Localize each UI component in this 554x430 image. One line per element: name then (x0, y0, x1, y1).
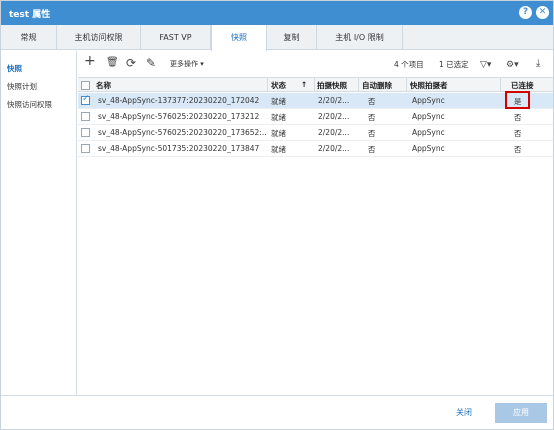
column-divider (358, 78, 359, 92)
dialog-title: test 属性 (9, 10, 51, 20)
snapshot-name: sv_48-AppSync-576025:20230220_173652:... (98, 128, 266, 137)
column-divider (267, 78, 268, 92)
help-icon[interactable]: ? (519, 6, 532, 19)
refresh-icon[interactable]: ⟳ (126, 55, 136, 71)
filter-icon[interactable]: ▽▾ (480, 57, 491, 73)
column-auto-delete[interactable]: 自动删除 (362, 80, 392, 91)
snapshot-attached: 否 (514, 145, 522, 154)
column-name[interactable]: 名称 (96, 80, 111, 91)
snapshot-name: sv_48-AppSync-137377:20230220_172042 (98, 96, 260, 105)
sidebar-item-snapshots[interactable]: 快照 (7, 63, 22, 74)
sidebar: 快照 快照计划 快照访问权限 (1, 51, 77, 395)
row-checkbox[interactable] (81, 94, 90, 105)
highlight-box (505, 91, 530, 109)
snapshot-status: 就绪 (271, 129, 286, 138)
table-row[interactable]: sv_48-AppSync-576025:20230220_173212 就绪 … (78, 109, 553, 125)
column-taken[interactable]: 拍摄快照 (317, 80, 347, 91)
tab-fast-vp[interactable]: FAST VP (141, 25, 211, 50)
tab-snapshots[interactable]: 快照 (211, 25, 267, 51)
table-row[interactable]: sv_48-AppSync-576025:20230220_173652:...… (78, 125, 553, 141)
toolbar: + 🗑 ⟳ ✎ 更多操作 ▾ 4 个项目 1 已选定 ▽▾ ⚙▾ ⤓ (78, 53, 553, 75)
tab-host-io-limit[interactable]: 主机 I/O 限制 (317, 25, 403, 50)
select-all-checkbox[interactable] (81, 81, 90, 90)
apply-button[interactable]: 应用 (495, 403, 547, 423)
snapshot-taken: 2/20/2... (318, 96, 350, 105)
tab-host-access[interactable]: 主机访问权限 (57, 25, 141, 50)
tab-replication[interactable]: 复制 (267, 25, 317, 50)
snapshot-auto-delete: 否 (368, 129, 376, 138)
sidebar-item-snapshot-schedule[interactable]: 快照计划 (7, 81, 37, 92)
snapshot-auto-delete: 否 (368, 145, 376, 154)
table-header: 名称 状态 ↑ 拍摄快照 自动删除 快照拍摄者 已连接 (78, 77, 553, 92)
item-count: 4 个项目 (394, 60, 424, 69)
title-bar: test 属性 ? ✕ (1, 1, 553, 25)
edit-icon[interactable]: ✎ (146, 55, 156, 71)
selected-count: 1 已选定 (439, 60, 469, 69)
snapshot-taker: AppSync (412, 144, 445, 153)
snapshot-auto-delete: 否 (368, 113, 376, 122)
snapshot-attached: 否 (514, 113, 522, 122)
snapshot-name: sv_48-AppSync-501735:20230220_173847 (98, 144, 260, 153)
column-attached[interactable]: 已连接 (511, 80, 534, 91)
delete-icon[interactable]: 🗑 (106, 55, 119, 71)
snapshot-taker: AppSync (412, 96, 445, 105)
table-row[interactable]: sv_48-AppSync-501735:20230220_173847 就绪 … (78, 141, 553, 157)
snapshot-auto-delete: 否 (368, 97, 376, 106)
sidebar-item-snapshot-access[interactable]: 快照访问权限 (7, 99, 52, 110)
row-checkbox[interactable] (81, 112, 90, 121)
close-icon[interactable]: ✕ (536, 6, 549, 19)
column-taker[interactable]: 快照拍摄者 (410, 80, 448, 91)
dialog-footer: 关闭 应用 (1, 395, 553, 430)
column-status[interactable]: 状态 (271, 80, 286, 91)
snapshot-taker: AppSync (412, 112, 445, 121)
row-checkbox[interactable] (81, 128, 90, 137)
snapshot-name: sv_48-AppSync-576025:20230220_173212 (98, 112, 260, 121)
snapshot-status: 就绪 (271, 113, 286, 122)
snapshot-taken: 2/20/2... (318, 128, 350, 137)
snapshot-taken: 2/20/2... (318, 112, 350, 121)
column-divider (500, 78, 501, 92)
close-button[interactable]: 关闭 (456, 407, 472, 418)
snapshot-taker: AppSync (412, 128, 445, 137)
sort-ascending-icon[interactable]: ↑ (301, 80, 307, 89)
snapshot-taken: 2/20/2... (318, 144, 350, 153)
tab-bar: 常规 主机访问权限 FAST VP 快照 复制 主机 I/O 限制 (1, 25, 553, 51)
settings-icon[interactable]: ⚙▾ (506, 57, 519, 73)
column-divider (314, 78, 315, 92)
tab-general[interactable]: 常规 (1, 25, 57, 50)
column-divider (406, 78, 407, 92)
snapshot-attached: 否 (514, 129, 522, 138)
snapshot-status: 就绪 (271, 97, 286, 106)
table-row[interactable]: sv_48-AppSync-137377:20230220_172042 就绪 … (78, 93, 553, 109)
add-icon[interactable]: + (84, 53, 96, 69)
properties-dialog: test 属性 ? ✕ 常规 主机访问权限 FAST VP 快照 复制 主机 I… (0, 0, 554, 430)
snapshot-status: 就绪 (271, 145, 286, 154)
more-actions-menu[interactable]: 更多操作 ▾ (170, 59, 204, 69)
download-icon[interactable]: ⤓ (536, 56, 540, 72)
row-checkbox[interactable] (81, 144, 90, 153)
